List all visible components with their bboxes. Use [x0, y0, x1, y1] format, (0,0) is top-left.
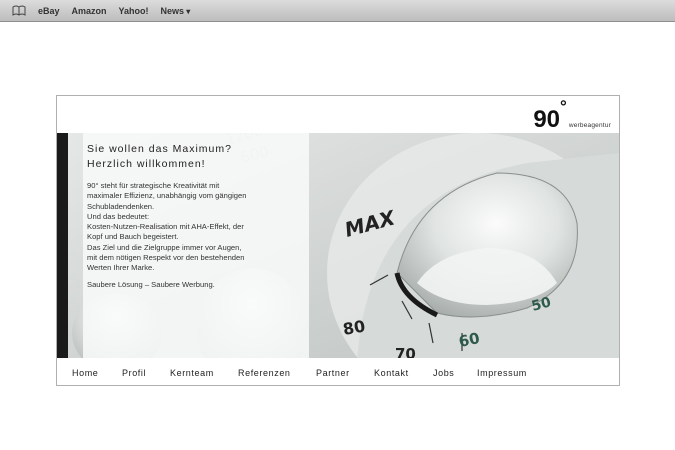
- bookmark-yahoo[interactable]: Yahoo!: [119, 6, 149, 16]
- main-navigation: Home Profil Kernteam Referenzen Partner …: [57, 364, 619, 381]
- nav-impressum[interactable]: Impressum: [477, 368, 527, 378]
- nav-kernteam[interactable]: Kernteam: [170, 368, 214, 378]
- site-frame: 90° werbeagentur MAX 80 70 60 50 Sie wol…: [56, 95, 620, 386]
- nav-home[interactable]: Home: [72, 368, 98, 378]
- bookmark-ebay[interactable]: eBay: [38, 6, 60, 16]
- page-headline: Sie wollen das Maximum? Herzlich willkom…: [87, 142, 307, 172]
- logo-word: werbeagentur: [568, 122, 611, 129]
- headline-line-2: Herzlich willkommen!: [87, 158, 206, 170]
- left-dark-bar: [57, 133, 68, 358]
- bookmarks-bar: eBay Amazon Yahoo! News: [0, 0, 675, 22]
- intro-line: maximaler Effizienz, unabhängig vom gäng…: [87, 191, 247, 201]
- intro-line: mit dem nötigen Respekt vor den bestehen…: [87, 253, 245, 263]
- bookmark-amazon[interactable]: Amazon: [72, 6, 107, 16]
- intro-line: Werten Ihrer Marke.: [87, 263, 155, 273]
- nav-referenzen[interactable]: Referenzen: [238, 368, 291, 378]
- book-icon[interactable]: [11, 5, 27, 17]
- intro-line: 90° steht für strategische Kreativität m…: [87, 181, 220, 190]
- nav-partner[interactable]: Partner: [316, 368, 350, 378]
- hero-image: MAX 80 70 60 50 1200 600 Sie wollen das …: [57, 133, 619, 358]
- headline-line-1: Sie wollen das Maximum?: [87, 143, 232, 155]
- intro-line: Kopf und Bauch begeistert.: [87, 232, 179, 242]
- dial-70-label: 70: [395, 345, 416, 358]
- nav-jobs[interactable]: Jobs: [433, 368, 454, 378]
- intro-line: Das Ziel und die Zielgruppe immer vor Au…: [87, 242, 242, 252]
- bookmark-news-menu[interactable]: News: [161, 6, 191, 16]
- closing-line: Saubere Lösung – Saubere Werbung.: [87, 279, 215, 289]
- intro-line: Kosten-Nutzen-Realisation mit AHA-Effekt…: [87, 222, 244, 232]
- logo-number: 90°: [533, 97, 567, 133]
- nav-kontakt[interactable]: Kontakt: [374, 368, 409, 378]
- intro-line: Schubladendenken.: [87, 201, 155, 211]
- intro-line: Und das bedeutet:: [87, 211, 150, 221]
- dial-80-label: 80: [341, 316, 366, 339]
- intro-text: 90° steht für strategische Kreativität m…: [87, 181, 302, 290]
- logo[interactable]: 90° werbeagentur: [533, 98, 611, 132]
- nav-profil[interactable]: Profil: [122, 368, 146, 378]
